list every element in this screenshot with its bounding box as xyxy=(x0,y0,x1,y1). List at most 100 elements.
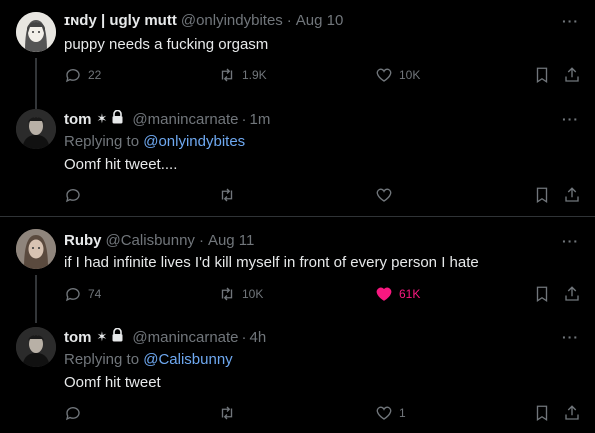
like-count: 10K xyxy=(399,68,421,82)
like-button[interactable] xyxy=(375,186,399,204)
tweet-header: Ruby @Calisbunny · Aug 11 xyxy=(64,232,254,249)
more-options-button[interactable]: ··· xyxy=(562,111,579,127)
display-name[interactable]: ɪɴdy | ugly mutt xyxy=(64,12,177,29)
heart-icon xyxy=(376,406,392,420)
tweet-main[interactable]: ɪɴdy | ugly mutt @onlyindybites · Aug 10… xyxy=(0,0,595,110)
avatar[interactable] xyxy=(16,12,56,52)
retweet-count: 10K xyxy=(242,287,264,301)
tweet-header: ɪɴdy | ugly mutt @onlyindybites · Aug 10 xyxy=(64,12,343,29)
reply-icon xyxy=(65,288,80,302)
star-badge-icon: ✶ xyxy=(96,111,108,126)
more-options-button[interactable]: ··· xyxy=(562,233,579,249)
tweet-header: tom ✶ @manincarnate · 4h xyxy=(64,327,267,346)
bookmark-button[interactable] xyxy=(533,66,551,84)
action-bar xyxy=(64,186,581,206)
share-button[interactable] xyxy=(563,186,581,204)
avatar[interactable] xyxy=(16,109,56,149)
share-icon xyxy=(565,286,579,301)
share-button[interactable] xyxy=(563,285,581,303)
reply-icon xyxy=(65,407,80,421)
like-button[interactable]: 10K xyxy=(375,66,420,84)
replying-to-label: Replying to xyxy=(64,133,140,150)
display-name[interactable]: Ruby xyxy=(64,232,102,249)
separator-dot: · xyxy=(241,328,247,346)
retweet-button[interactable] xyxy=(218,186,242,204)
retweet-button[interactable] xyxy=(218,404,242,422)
tweet-header: tom ✶ @manincarnate · 1m xyxy=(64,109,271,128)
share-icon xyxy=(565,187,579,202)
tweet-text: if I had infinite lives I'd kill myself … xyxy=(64,254,479,271)
tweet-text: Oomf hit tweet xyxy=(64,374,161,391)
retweet-button[interactable]: 10K xyxy=(218,285,263,303)
avatar-image xyxy=(16,12,56,52)
bookmark-button[interactable] xyxy=(533,285,551,303)
like-button[interactable]: 1 xyxy=(375,404,406,422)
lock-icon xyxy=(111,327,124,346)
tweet-reply[interactable]: tom ✶ @manincarnate · 4h ··· Replying to… xyxy=(0,318,595,433)
reply-count: 22 xyxy=(88,68,102,82)
action-bar: 74 10K 61K xyxy=(64,285,581,305)
tweet-text: Oomf hit tweet.... xyxy=(64,156,178,173)
retweet-icon xyxy=(221,188,233,202)
tweet-text: puppy needs a fucking orgasm xyxy=(64,36,269,53)
reply-button[interactable]: 74 xyxy=(64,285,101,303)
retweet-button[interactable]: 1.9K xyxy=(218,66,267,84)
separator-dot: · xyxy=(241,110,247,128)
more-options-button[interactable]: ··· xyxy=(562,13,579,29)
display-name[interactable]: tom xyxy=(64,329,92,346)
bookmark-button[interactable] xyxy=(533,186,551,204)
mention-link[interactable]: @Calisbunny xyxy=(143,351,232,368)
user-handle[interactable]: @Calisbunny xyxy=(106,232,195,249)
bookmark-icon xyxy=(536,187,548,204)
separator-dot: · xyxy=(198,232,204,249)
share-icon xyxy=(565,405,579,420)
tweet-reply[interactable]: tom ✶ @manincarnate · 1m ··· Replying to… xyxy=(0,100,595,216)
bookmark-icon xyxy=(536,67,548,84)
timestamp[interactable]: Aug 10 xyxy=(296,12,344,29)
like-button[interactable]: 61K xyxy=(375,285,420,303)
timestamp[interactable]: Aug 11 xyxy=(208,232,254,249)
display-name[interactable]: tom xyxy=(64,111,92,128)
mention-link[interactable]: @onlyindybites xyxy=(143,133,245,150)
timestamp[interactable]: 1m xyxy=(250,111,271,128)
replying-to: Replying to @onlyindybites xyxy=(64,133,245,150)
retweet-icon xyxy=(221,406,233,420)
share-icon xyxy=(565,67,579,82)
reply-icon xyxy=(65,69,80,83)
reply-count: 74 xyxy=(88,287,102,301)
heart-filled-icon xyxy=(376,287,392,301)
bookmark-icon xyxy=(536,286,548,303)
replying-to: Replying to @Calisbunny xyxy=(64,351,233,368)
reply-button[interactable]: 22 xyxy=(64,66,101,84)
user-handle[interactable]: @manincarnate xyxy=(132,329,238,346)
reply-icon xyxy=(65,189,80,203)
avatar-image xyxy=(16,327,56,367)
bookmark-icon xyxy=(536,405,548,422)
share-button[interactable] xyxy=(563,66,581,84)
retweet-icon xyxy=(221,287,233,301)
star-badge-icon: ✶ xyxy=(96,329,108,344)
reply-button[interactable] xyxy=(64,404,88,422)
avatar-image xyxy=(16,109,56,149)
action-bar: 1 xyxy=(64,404,581,424)
replying-to-label: Replying to xyxy=(64,351,140,368)
like-count: 1 xyxy=(399,406,406,420)
action-bar: 22 1.9K 10K xyxy=(64,66,581,86)
avatar-image xyxy=(16,229,56,269)
reply-button[interactable] xyxy=(64,186,88,204)
heart-icon xyxy=(376,188,392,202)
retweet-count: 1.9K xyxy=(242,68,267,82)
share-button[interactable] xyxy=(563,404,581,422)
tweet-main[interactable]: Ruby @Calisbunny · Aug 11 ··· if I had i… xyxy=(0,217,595,323)
more-options-button[interactable]: ··· xyxy=(562,329,579,345)
user-handle[interactable]: @manincarnate xyxy=(132,111,238,128)
thread-line xyxy=(35,275,37,323)
lock-icon xyxy=(111,109,124,128)
user-handle[interactable]: @onlyindybites xyxy=(181,12,283,29)
separator-dot: · xyxy=(286,12,292,29)
bookmark-button[interactable] xyxy=(533,404,551,422)
avatar[interactable] xyxy=(16,327,56,367)
retweet-icon xyxy=(221,68,233,82)
avatar[interactable] xyxy=(16,229,56,269)
timestamp[interactable]: 4h xyxy=(250,329,267,346)
